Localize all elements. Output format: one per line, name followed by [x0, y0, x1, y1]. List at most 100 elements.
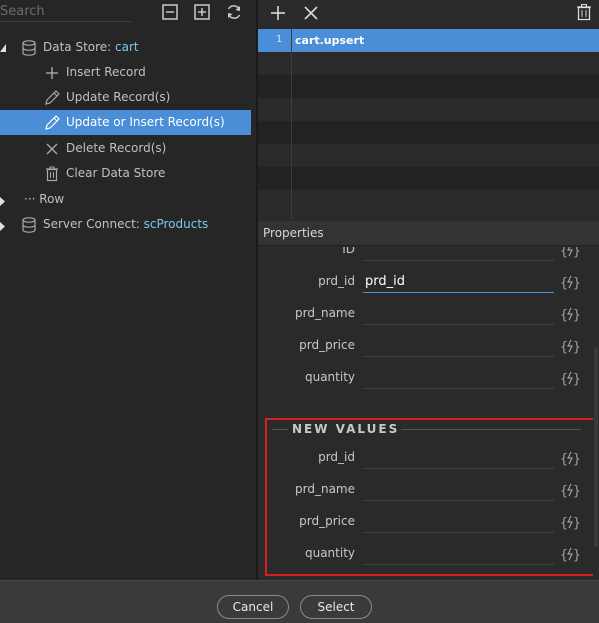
- search-input[interactable]: [0, 2, 132, 22]
- svg-text:}: }: [573, 340, 580, 355]
- dynamic-data-icon[interactable]: {}: [560, 544, 581, 564]
- tree-item-insert-record[interactable]: Insert Record: [0, 60, 251, 85]
- newval-input-prd-price[interactable]: [363, 511, 554, 533]
- svg-text:}: }: [573, 308, 580, 323]
- tree-item-clear-data-store[interactable]: Clear Data Store: [0, 161, 251, 186]
- prop-input-prd-price[interactable]: [363, 335, 554, 357]
- svg-text:{: {: [560, 372, 568, 387]
- step-row[interactable]: 1 cart.upsert: [258, 29, 599, 52]
- prop-row-quantity: quantity {}: [258, 363, 599, 395]
- step-row-empty: [258, 167, 599, 190]
- dynamic-data-icon[interactable]: {}: [560, 247, 581, 260]
- step-row-empty: [258, 190, 599, 213]
- prop-row-prd-name: prd_name {}: [258, 299, 599, 331]
- tree-item-row[interactable]: ··· Row: [0, 187, 251, 212]
- tree-item-delete-records[interactable]: Delete Record(s): [0, 136, 251, 161]
- tree-item-label: ··· Row: [24, 192, 65, 206]
- tree-item-label: Clear Data Store: [66, 166, 166, 180]
- newval-row-prd-id: prd_id {}: [258, 443, 599, 475]
- dynamic-data-icon[interactable]: {}: [560, 448, 581, 468]
- tree-item-label: Insert Record: [66, 65, 146, 79]
- steps-panel: 1 cart.upsert Properties ID {} prd_id {}: [258, 0, 599, 580]
- trash-icon: [43, 165, 61, 183]
- remove-icon[interactable]: [302, 4, 320, 22]
- newval-row-prd-price: prd_price {}: [258, 507, 599, 539]
- collapsed-arrow-icon[interactable]: [0, 220, 5, 234]
- prop-input-prd-name[interactable]: [363, 303, 554, 325]
- divider: [272, 429, 288, 430]
- database-icon: [20, 39, 38, 57]
- add-icon[interactable]: [269, 4, 287, 22]
- step-row-empty: [258, 121, 599, 144]
- dynamic-data-icon[interactable]: {}: [560, 480, 581, 500]
- prop-label: prd_name: [295, 482, 355, 496]
- scrollbar-thumb[interactable]: [594, 347, 598, 547]
- line-number-gutter: [291, 29, 292, 219]
- newval-input-prd-name[interactable]: [363, 479, 554, 501]
- svg-text:{: {: [560, 276, 568, 291]
- step-number: 1: [276, 34, 283, 45]
- cancel-button[interactable]: Cancel: [217, 595, 289, 619]
- svg-text:{: {: [560, 308, 568, 323]
- svg-text:}: }: [573, 247, 580, 259]
- dynamic-data-icon[interactable]: {}: [560, 336, 581, 356]
- expanded-arrow-icon[interactable]: [0, 41, 6, 55]
- properties-title: Properties: [263, 226, 324, 240]
- properties-scrollbar[interactable]: [593, 247, 599, 580]
- dynamic-data-icon[interactable]: {}: [560, 512, 581, 532]
- database-icon: [20, 216, 38, 234]
- prop-row-id: ID {}: [258, 247, 599, 267]
- dynamic-data-icon[interactable]: {}: [560, 368, 581, 388]
- svg-text:{: {: [560, 548, 568, 563]
- step-row-empty: [258, 144, 599, 167]
- svg-text:{: {: [560, 340, 568, 355]
- tree-item-server-connect[interactable]: Server Connect: scProducts: [0, 212, 251, 237]
- prop-label: prd_id: [318, 274, 355, 288]
- svg-text:{: {: [560, 516, 568, 531]
- prop-input-id[interactable]: [363, 247, 554, 261]
- svg-text:}: }: [573, 516, 580, 531]
- search-box: [0, 0, 132, 24]
- tree-item-data-store-cart[interactable]: Data Store: cart: [0, 35, 251, 60]
- dynamic-data-icon[interactable]: {}: [560, 304, 581, 324]
- newval-row-quantity: quantity {}: [258, 539, 599, 571]
- tree-item-label: Delete Record(s): [66, 141, 167, 155]
- properties-body: ID {} prd_id {} prd_name {} prd_price: [258, 247, 599, 580]
- pencil-icon: [43, 89, 61, 107]
- prop-row-prd-id: prd_id {}: [258, 267, 599, 299]
- tree-item-label: Data Store: cart: [43, 40, 139, 54]
- collapsed-arrow-icon[interactable]: [0, 195, 5, 209]
- x-icon: [43, 140, 61, 158]
- svg-text:}: }: [573, 372, 580, 387]
- step-text: cart.upsert: [295, 34, 365, 47]
- delete-icon[interactable]: [575, 3, 593, 21]
- svg-text:}: }: [573, 452, 580, 467]
- step-row-empty: [258, 98, 599, 121]
- steps-toolbar: [258, 0, 599, 26]
- prop-input-quantity[interactable]: [363, 367, 554, 389]
- tree-item-label: Server Connect: scProducts: [43, 217, 209, 231]
- divider: [401, 429, 581, 430]
- newval-input-prd-id[interactable]: [363, 447, 554, 469]
- collapse-all-icon[interactable]: [161, 3, 179, 21]
- newval-row-prd-name: prd_name {}: [258, 475, 599, 507]
- prop-label: quantity: [304, 370, 355, 384]
- dialog-footer: Cancel Select: [0, 580, 599, 623]
- expand-all-icon[interactable]: [193, 3, 211, 21]
- steps-list: 1 cart.upsert: [258, 29, 599, 219]
- prop-label: ID: [342, 247, 355, 256]
- svg-text:{: {: [560, 247, 568, 259]
- svg-text:{: {: [560, 452, 568, 467]
- tree-item-upsert-records[interactable]: Update or Insert Record(s): [0, 110, 251, 135]
- tree-item-update-records[interactable]: Update Record(s): [0, 85, 251, 110]
- newval-input-quantity[interactable]: [363, 543, 554, 565]
- dynamic-data-icon[interactable]: {}: [560, 272, 581, 292]
- prop-label: prd_name: [295, 306, 355, 320]
- refresh-icon[interactable]: [225, 3, 243, 21]
- select-button[interactable]: Select: [300, 595, 372, 619]
- prop-input-prd-id[interactable]: [363, 271, 554, 293]
- prop-label: prd_price: [299, 514, 355, 528]
- svg-text:}: }: [573, 276, 580, 291]
- prop-label: prd_id: [318, 450, 355, 464]
- svg-text:}: }: [573, 484, 580, 499]
